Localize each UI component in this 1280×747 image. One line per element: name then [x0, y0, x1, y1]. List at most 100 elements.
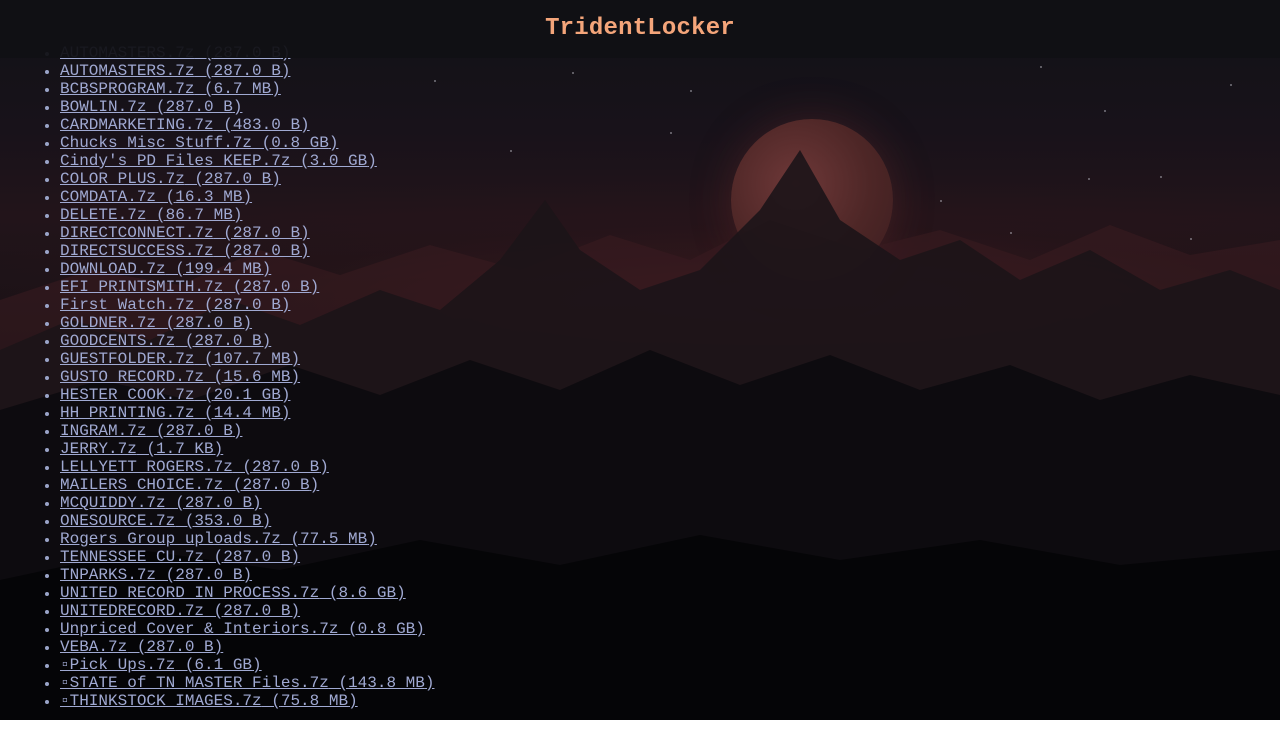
- file-link[interactable]: ▫Pick Ups.7z (6.1 GB): [60, 656, 262, 674]
- file-size: 287.0 B: [165, 98, 233, 116]
- file-link[interactable]: DELETE.7z (86.7 MB): [60, 206, 242, 224]
- file-name: COMDATA.7z: [60, 188, 157, 206]
- file-size: 287.0 B: [242, 476, 310, 494]
- file-size: 287.0 B: [194, 332, 262, 350]
- file-list-item: DIRECTCONNECT.7z (287.0 B): [44, 224, 434, 242]
- file-name: ▫Pick Ups.7z: [60, 656, 176, 674]
- file-name: MCQUIDDY.7z: [60, 494, 166, 512]
- file-link[interactable]: JERRY.7z (1.7 KB): [60, 440, 223, 458]
- file-name: Cindy's PD Files KEEP.7z: [60, 152, 291, 170]
- file-link[interactable]: ▫STATE of TN MASTER Files.7z (143.8 MB): [60, 674, 434, 692]
- file-name: EFI PRINTSMITH.7z: [60, 278, 224, 296]
- file-size: 15.6 MB: [223, 368, 291, 386]
- file-size: 14.4 MB: [213, 404, 281, 422]
- file-list: AUTOMASTERS.7z (287.0 B)AUTOMASTERS.7z (…: [0, 44, 434, 710]
- file-name: GOODCENTS.7z: [60, 332, 176, 350]
- file-name: Unpriced Cover & Interiors.7z: [60, 620, 339, 638]
- file-name: DOWNLOAD.7z: [60, 260, 166, 278]
- file-link[interactable]: GUESTFOLDER.7z (107.7 MB): [60, 350, 300, 368]
- file-name: BOWLIN.7z: [60, 98, 147, 116]
- file-size: 143.8 MB: [348, 674, 425, 692]
- file-size: 353.0 B: [194, 512, 262, 530]
- file-name: UNITED RECORD IN PROCESS.7z: [60, 584, 320, 602]
- file-size: 6.1 GB: [194, 656, 253, 674]
- file-list-item: JERRY.7z (1.7 KB): [44, 440, 434, 458]
- file-link[interactable]: GOODCENTS.7z (287.0 B): [60, 332, 271, 350]
- file-link[interactable]: LELLYETT ROGERS.7z (287.0 B): [60, 458, 329, 476]
- file-name: DIRECTSUCCESS.7z: [60, 242, 214, 260]
- file-link[interactable]: HH PRINTING.7z (14.4 MB): [60, 404, 290, 422]
- file-list-item: MAILERS CHOICE.7z (287.0 B): [44, 476, 434, 494]
- file-link[interactable]: BOWLIN.7z (287.0 B): [60, 98, 242, 116]
- file-size: 287.0 B: [146, 638, 214, 656]
- file-name: HESTER COOK.7z: [60, 386, 195, 404]
- file-link[interactable]: COMDATA.7z (16.3 MB): [60, 188, 252, 206]
- file-name: JERRY.7z: [60, 440, 137, 458]
- file-name: UNITEDRECORD.7z: [60, 602, 205, 620]
- star: [572, 72, 574, 74]
- file-list-item: Rogers Group uploads.7z (77.5 MB): [44, 530, 434, 548]
- file-name: Chucks Misc Stuff.7z: [60, 134, 253, 152]
- file-link[interactable]: Cindy's PD Files KEEP.7z (3.0 GB): [60, 152, 377, 170]
- file-link[interactable]: MCQUIDDY.7z (287.0 B): [60, 494, 262, 512]
- file-name: TENNESSEE CU.7z: [60, 548, 205, 566]
- file-list-item: BCBSPROGRAM.7z (6.7 MB): [44, 80, 434, 98]
- file-link[interactable]: BCBSPROGRAM.7z (6.7 MB): [60, 80, 281, 98]
- file-link[interactable]: UNITED RECORD IN PROCESS.7z (8.6 GB): [60, 584, 406, 602]
- file-list-item: BOWLIN.7z (287.0 B): [44, 98, 434, 116]
- file-size: 1.7 KB: [156, 440, 214, 458]
- file-name: MAILERS CHOICE.7z: [60, 476, 224, 494]
- file-size: 0.8 GB: [357, 620, 416, 638]
- file-list-item: HESTER COOK.7z (20.1 GB): [44, 386, 434, 404]
- file-name: First Watch.7z: [60, 296, 195, 314]
- file-link[interactable]: AUTOMASTERS.7z (287.0 B): [60, 62, 290, 80]
- file-link[interactable]: COLOR PLUS.7z (287.0 B): [60, 170, 281, 188]
- file-size: 199.4 MB: [184, 260, 262, 278]
- file-size: 77.5 MB: [300, 530, 368, 548]
- file-link[interactable]: GUSTO RECORD.7z (15.6 MB): [60, 368, 300, 386]
- file-list-item: GUESTFOLDER.7z (107.7 MB): [44, 350, 434, 368]
- file-link[interactable]: DIRECTCONNECT.7z (287.0 B): [60, 224, 310, 242]
- file-name: COLOR PLUS.7z: [60, 170, 185, 188]
- file-name: ONESOURCE.7z: [60, 512, 176, 530]
- file-list-item: DIRECTSUCCESS.7z (287.0 B): [44, 242, 434, 260]
- file-link[interactable]: DOWNLOAD.7z (199.4 MB): [60, 260, 271, 278]
- site-header: TridentLocker: [0, 0, 1280, 58]
- file-link[interactable]: INGRAM.7z (287.0 B): [60, 422, 242, 440]
- file-size: 3.0 GB: [309, 152, 368, 170]
- file-list-item: Unpriced Cover & Interiors.7z (0.8 GB): [44, 620, 434, 638]
- file-list-item: DOWNLOAD.7z (199.4 MB): [44, 260, 434, 278]
- file-link[interactable]: HESTER COOK.7z (20.1 GB): [60, 386, 290, 404]
- file-list-item: ▫THINKSTOCK IMAGES.7z (75.8 MB): [44, 692, 434, 710]
- file-link[interactable]: TENNESSEE CU.7z (287.0 B): [60, 548, 300, 566]
- file-size: 483.0 B: [232, 116, 301, 134]
- file-link[interactable]: ONESOURCE.7z (353.0 B): [60, 512, 271, 530]
- file-link[interactable]: EFI PRINTSMITH.7z (287.0 B): [60, 278, 319, 296]
- file-size: 287.0 B: [165, 422, 233, 440]
- star: [1040, 66, 1042, 68]
- file-link[interactable]: DIRECTSUCCESS.7z (287.0 B): [60, 242, 310, 260]
- file-link[interactable]: ▫THINKSTOCK IMAGES.7z (75.8 MB): [60, 692, 358, 710]
- file-link[interactable]: Chucks Misc Stuff.7z (0.8 GB): [60, 134, 338, 152]
- file-link[interactable]: GOLDNER.7z (287.0 B): [60, 314, 252, 332]
- file-list-item: INGRAM.7z (287.0 B): [44, 422, 434, 440]
- file-list-item: DELETE.7z (86.7 MB): [44, 206, 434, 224]
- page-background: AUTOMASTERS.7z (287.0 B)AUTOMASTERS.7z (…: [0, 0, 1280, 720]
- file-name: GUESTFOLDER.7z: [60, 350, 195, 368]
- file-list-item: EFI PRINTSMITH.7z (287.0 B): [44, 278, 434, 296]
- file-name: TNPARKS.7z: [60, 566, 157, 584]
- file-name: GOLDNER.7z: [60, 314, 157, 332]
- file-size: 20.1 GB: [213, 386, 281, 404]
- file-name: CARDMARKETING.7z: [60, 116, 214, 134]
- file-link[interactable]: First Watch.7z (287.0 B): [60, 296, 290, 314]
- file-link[interactable]: Unpriced Cover & Interiors.7z (0.8 GB): [60, 620, 425, 638]
- file-list-item: HH PRINTING.7z (14.4 MB): [44, 404, 434, 422]
- file-link[interactable]: VEBA.7z (287.0 B): [60, 638, 223, 656]
- file-link[interactable]: MAILERS CHOICE.7z (287.0 B): [60, 476, 319, 494]
- file-link[interactable]: UNITEDRECORD.7z (287.0 B): [60, 602, 300, 620]
- file-link[interactable]: Rogers Group uploads.7z (77.5 MB): [60, 530, 377, 548]
- file-list-item: COMDATA.7z (16.3 MB): [44, 188, 434, 206]
- file-size: 86.7 MB: [165, 206, 233, 224]
- file-link[interactable]: CARDMARKETING.7z (483.0 B): [60, 116, 310, 134]
- file-link[interactable]: TNPARKS.7z (287.0 B): [60, 566, 252, 584]
